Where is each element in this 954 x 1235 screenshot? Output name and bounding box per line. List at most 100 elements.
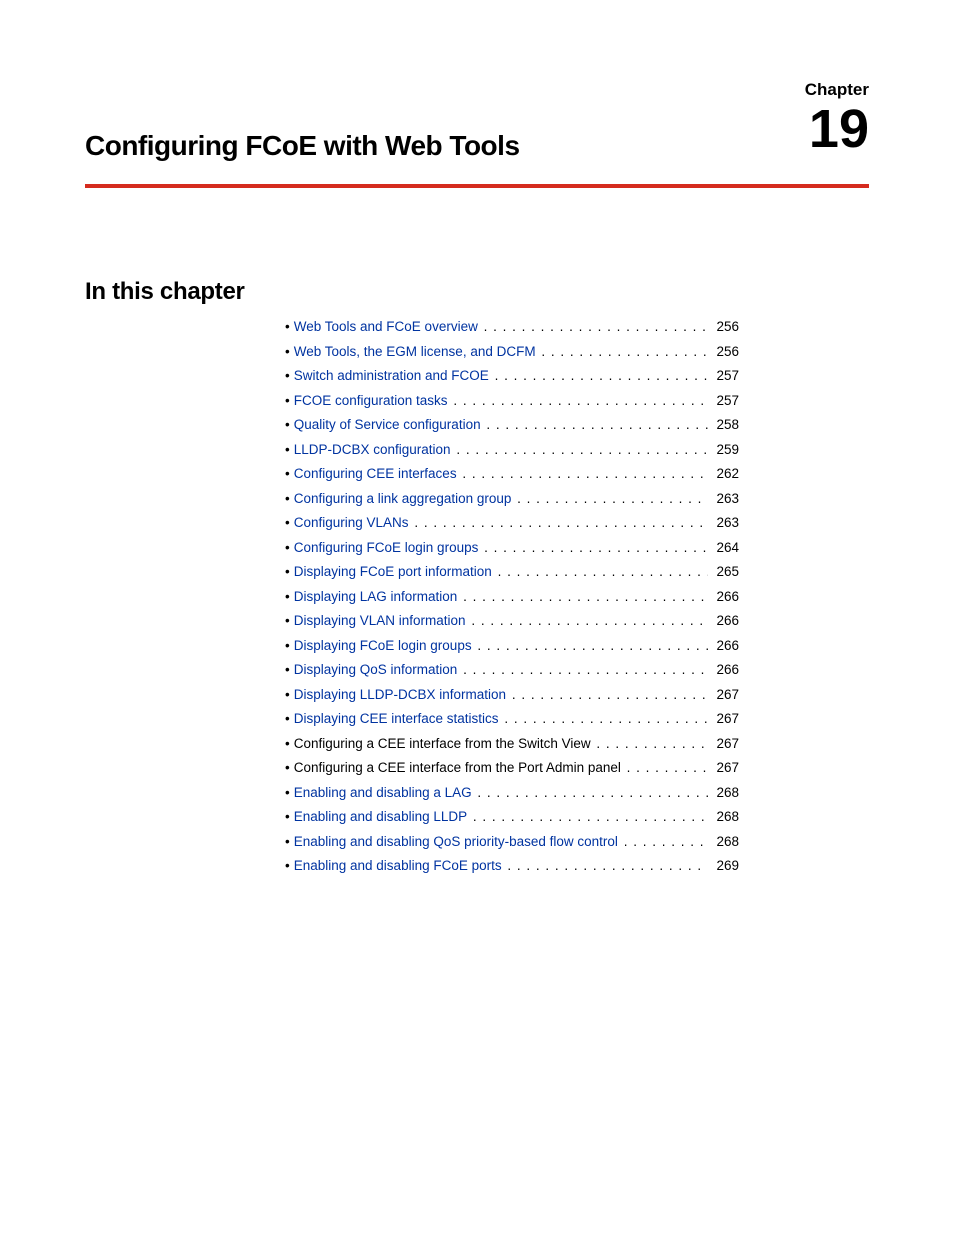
toc-link[interactable]: Switch administration and FCOE [294, 369, 489, 383]
toc-leader-dots [541, 345, 708, 359]
bullet-icon: • [285, 835, 290, 849]
toc-entry: •FCOE configuration tasks 257 [285, 394, 739, 408]
toc-page-number: 268 [710, 786, 739, 800]
toc-leader-dots [414, 516, 708, 530]
toc-page-number: 257 [710, 394, 739, 408]
toc-page-number: 269 [710, 859, 739, 873]
toc-page-number: 256 [710, 320, 739, 334]
bullet-icon: • [285, 345, 290, 359]
toc-page-number: 259 [710, 443, 739, 457]
toc-link[interactable]: Web Tools and FCoE overview [294, 320, 478, 334]
toc-leader-dots [504, 712, 708, 726]
toc-entry: •Displaying LAG information 266 [285, 590, 739, 604]
toc-link[interactable]: FCOE configuration tasks [294, 394, 448, 408]
bullet-icon: • [285, 639, 290, 653]
bullet-icon: • [285, 590, 290, 604]
chapter-title: Configuring FCoE with Web Tools [85, 80, 869, 174]
section-heading: In this chapter [85, 278, 869, 306]
toc-link[interactable]: Configuring VLANs [294, 516, 409, 530]
bullet-icon: • [285, 614, 290, 628]
toc-link[interactable]: LLDP-DCBX configuration [294, 443, 451, 457]
toc-page-number: 266 [710, 614, 739, 628]
toc-page-number: 263 [710, 492, 739, 506]
toc-link[interactable]: Enabling and disabling FCoE ports [294, 859, 502, 873]
toc-entry: • LLDP-DCBX configuration 259 [285, 443, 739, 457]
toc-link[interactable]: Quality of Service configuration [294, 418, 481, 432]
toc-page-number: 266 [710, 639, 739, 653]
toc-leader-dots [484, 320, 709, 334]
bullet-icon: • [285, 712, 290, 726]
toc-leader-dots [477, 639, 708, 653]
toc-leader-dots [484, 541, 708, 555]
toc-link[interactable]: Web Tools, the EGM license, and DCFM [294, 345, 536, 359]
toc-leader-dots [463, 663, 708, 677]
bullet-icon: • [285, 320, 290, 334]
bullet-icon: • [285, 443, 290, 457]
toc-entry: •Enabling and disabling FCoE ports 269 [285, 859, 739, 873]
chapter-number: 19 [809, 102, 869, 156]
toc-leader-dots [463, 590, 708, 604]
toc-page-number: 267 [710, 761, 739, 775]
toc-link[interactable]: Enabling and disabling a LAG [294, 786, 472, 800]
bullet-icon: • [285, 688, 290, 702]
toc-link[interactable]: Displaying FCoE port information [294, 565, 492, 579]
toc-page-number: 263 [710, 516, 739, 530]
toc-page-number: 258 [710, 418, 739, 432]
toc-entry: • Displaying FCoE login groups 266 [285, 639, 739, 653]
toc-leader-dots [596, 737, 708, 751]
bullet-icon: • [285, 663, 290, 677]
toc-leader-dots [512, 688, 709, 702]
toc-link[interactable]: Configuring a link aggregation group [294, 492, 512, 506]
toc-page-number: 267 [710, 688, 739, 702]
toc-text: Configuring a CEE interface from the Por… [294, 761, 621, 775]
toc-entry: • Displaying LLDP-DCBX information 267 [285, 688, 739, 702]
toc-link[interactable]: Displaying LAG information [294, 590, 458, 604]
toc-entry: •Quality of Service configuration 258 [285, 418, 739, 432]
bullet-icon: • [285, 492, 290, 506]
toc-entry: •Configuring VLANs 263 [285, 516, 739, 530]
toc-leader-dots [453, 394, 708, 408]
toc-leader-dots [477, 786, 708, 800]
toc-entry: • Configuring FCoE login groups 264 [285, 541, 739, 555]
bullet-icon: • [285, 541, 290, 555]
toc-leader-dots [473, 810, 709, 824]
toc-entry: •Configuring a CEE interface from the Sw… [285, 737, 739, 751]
toc-link[interactable]: Displaying CEE interface statistics [294, 712, 499, 726]
toc-leader-dots [462, 467, 708, 481]
toc-entry: • Enabling and disabling QoS priority-bas… [285, 835, 739, 849]
toc-entry: •Displaying FCoE port information 265 [285, 565, 739, 579]
bullet-icon: • [285, 761, 290, 775]
toc-entry: •Enabling and disabling LLDP 268 [285, 810, 739, 824]
toc-link[interactable]: Displaying QoS information [294, 663, 458, 677]
toc-page-number: 268 [710, 835, 739, 849]
toc-entry: • Configuring CEE interfaces 262 [285, 467, 739, 481]
toc-entry: • Displaying VLAN information 266 [285, 614, 739, 628]
toc-link[interactable]: Displaying FCoE login groups [294, 639, 472, 653]
toc-leader-dots [498, 565, 709, 579]
toc-entry: • Switch administration and FCOE 257 [285, 369, 739, 383]
toc-link[interactable]: Enabling and disabling LLDP [294, 810, 467, 824]
toc-entry: •Web Tools, the EGM license, and DCFM 25… [285, 345, 739, 359]
toc-entry: •Displaying QoS information 266 [285, 663, 739, 677]
toc-page-number: 268 [710, 810, 739, 824]
toc-entry: • Configuring a CEE interface from the Po… [285, 761, 739, 775]
bullet-icon: • [285, 786, 290, 800]
toc-link[interactable]: Displaying VLAN information [294, 614, 466, 628]
toc-page-number: 257 [710, 369, 739, 383]
toc-page-number: 264 [710, 541, 739, 555]
title-underline [85, 184, 869, 188]
toc-link[interactable]: Enabling and disabling QoS priority-base… [294, 835, 618, 849]
toc-entry: • Displaying CEE interface statistics 267 [285, 712, 739, 726]
bullet-icon: • [285, 467, 290, 481]
toc-link[interactable]: Displaying LLDP-DCBX information [294, 688, 506, 702]
toc-page-number: 267 [710, 712, 739, 726]
toc-text: Configuring a CEE interface from the Swi… [294, 737, 591, 751]
toc-page-number: 267 [710, 737, 739, 751]
bullet-icon: • [285, 369, 290, 383]
toc-page-number: 262 [710, 467, 739, 481]
toc-entry: • Web Tools and FCoE overview 256 [285, 320, 739, 334]
toc-leader-dots [507, 859, 708, 873]
toc-link[interactable]: Configuring FCoE login groups [294, 541, 479, 555]
toc-link[interactable]: Configuring CEE interfaces [294, 467, 457, 481]
chapter-label: Chapter [805, 80, 869, 100]
